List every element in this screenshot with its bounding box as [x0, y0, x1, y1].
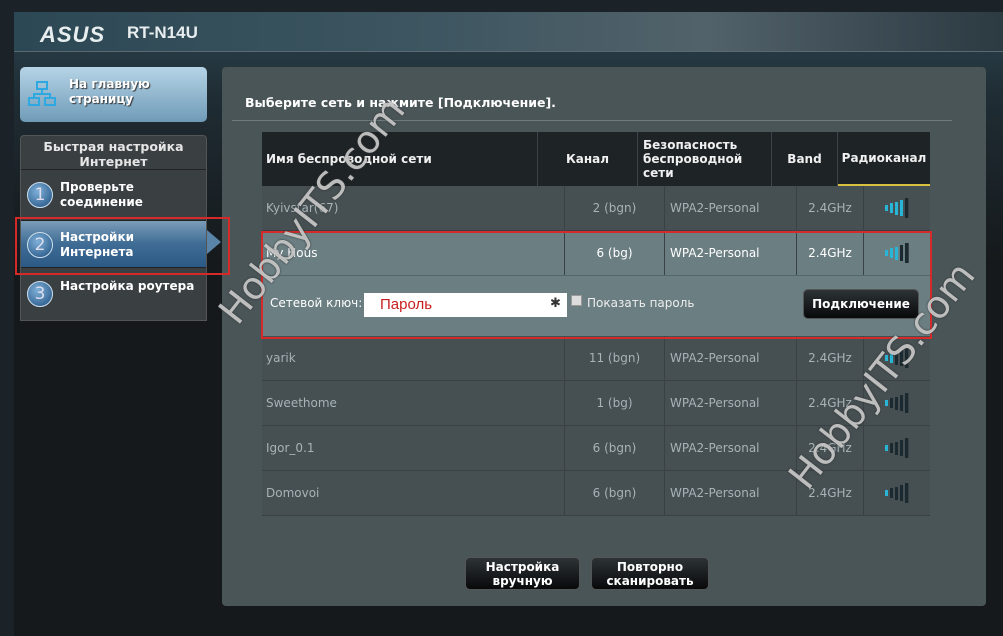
signal-bar	[890, 398, 893, 408]
signal-bar	[890, 488, 893, 498]
ssid-cell: Sweethome	[262, 381, 565, 425]
step-check-connection[interactable]: 1 Проверьте соединение	[21, 171, 206, 219]
col-band: Band	[772, 132, 838, 186]
signal-strength-icon	[885, 483, 909, 503]
step-number: 3	[27, 281, 53, 307]
signal-cell	[864, 426, 930, 470]
signal-cell	[864, 471, 930, 515]
network-map-icon	[28, 81, 56, 106]
table-row[interactable]: Sweethome 1 (bg) WPA2-Personal 2.4GHz	[262, 381, 930, 426]
signal-bar	[885, 400, 888, 406]
col-channel: Канал	[538, 132, 638, 186]
col-signal: Радиоканал	[838, 132, 930, 186]
channel-cell: 6 (bgn)	[565, 426, 665, 470]
signal-strength-icon	[885, 438, 909, 458]
signal-bar	[895, 351, 898, 365]
signal-cell	[864, 381, 930, 425]
col-security: Безопасность беспроводной сети	[638, 132, 772, 186]
signal-strength-icon	[885, 393, 909, 413]
security-cell: WPA2-Personal	[665, 471, 797, 515]
step-router-settings[interactable]: 3 Настройка роутера	[21, 270, 206, 318]
table-row[interactable]: Igor_0.1 6 (bgn) WPA2-Personal 2.4GHz	[262, 426, 930, 471]
signal-bar	[885, 205, 888, 211]
divider	[232, 120, 952, 121]
step-label: Проверьте соединение	[60, 180, 143, 209]
signal-bar	[905, 483, 908, 503]
channel-cell: 1 (bg)	[565, 381, 665, 425]
band-cell: 2.4GHz	[797, 381, 864, 425]
security-cell: WPA2-Personal	[665, 381, 797, 425]
ssid-cell: yarik	[262, 336, 565, 380]
band-cell: 2.4GHz	[797, 426, 864, 470]
signal-strength-icon	[885, 198, 909, 218]
step-number: 1	[27, 182, 53, 208]
signal-bar	[905, 393, 908, 413]
table-row[interactable]: Kyivstar(67) 2 (bgn) WPA2-Personal 2.4GHz	[262, 186, 930, 231]
band-cell: 2.4GHz	[797, 336, 864, 380]
channel-cell: 6 (bgn)	[565, 471, 665, 515]
ssid-cell: Kyivstar(67)	[262, 186, 565, 230]
highlight-network	[261, 231, 932, 339]
signal-bar	[895, 441, 898, 455]
model-name: RT-N14U	[127, 23, 198, 42]
table-row[interactable]: yarik 11 (bgn) WPA2-Personal 2.4GHz	[262, 336, 930, 381]
channel-cell: 11 (bgn)	[565, 336, 665, 380]
security-cell: WPA2-Personal	[665, 426, 797, 470]
table-header: Имя беспроводной сети Канал Безопасность…	[262, 132, 930, 186]
signal-bar	[895, 396, 898, 410]
signal-bar	[895, 201, 898, 215]
quick-setup-title: Быстрая настройка Интернет	[21, 136, 206, 170]
signal-bar	[890, 203, 893, 213]
signal-bar	[900, 439, 903, 457]
signal-bar	[885, 445, 888, 451]
signal-bar	[905, 348, 908, 368]
signal-bar	[905, 438, 908, 458]
signal-bar	[890, 443, 893, 453]
signal-bar	[895, 486, 898, 500]
col-ssid: Имя беспроводной сети	[262, 132, 538, 186]
table-row[interactable]: Domovoi 6 (bgn) WPA2-Personal 2.4GHz	[262, 471, 930, 516]
signal-cell	[864, 336, 930, 380]
home-button[interactable]: На главную страницу	[20, 67, 207, 122]
step-label: Настройка роутера	[60, 279, 195, 293]
signal-bar	[900, 199, 903, 217]
signal-bar	[890, 353, 893, 363]
band-cell: 2.4GHz	[797, 471, 864, 515]
signal-bar	[885, 355, 888, 361]
manual-setup-button[interactable]: Настройка вручную	[465, 557, 580, 590]
highlight-step	[15, 217, 230, 275]
home-label: На главную страницу	[69, 77, 150, 106]
asus-logo: ASUS	[40, 22, 106, 47]
rescan-button[interactable]: Повторно сканировать	[591, 557, 709, 590]
channel-cell: 2 (bgn)	[565, 186, 665, 230]
signal-bar	[885, 490, 888, 496]
signal-bar	[900, 349, 903, 367]
band-cell: 2.4GHz	[797, 186, 864, 230]
signal-cell	[864, 186, 930, 230]
signal-bar	[900, 394, 903, 412]
signal-bar	[900, 484, 903, 502]
ssid-cell: Domovoi	[262, 471, 565, 515]
security-cell: WPA2-Personal	[665, 336, 797, 380]
page-title: Выберите сеть и нажмите [Подключение].	[245, 95, 556, 110]
signal-bar	[905, 198, 908, 218]
security-cell: WPA2-Personal	[665, 186, 797, 230]
signal-strength-icon	[885, 348, 909, 368]
ssid-cell: Igor_0.1	[262, 426, 565, 470]
